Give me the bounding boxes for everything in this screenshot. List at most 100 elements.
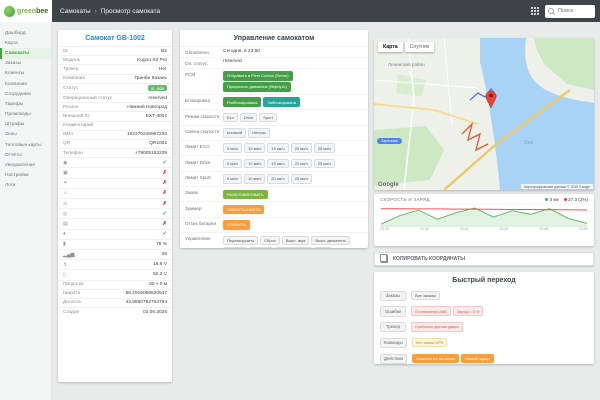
control-chip[interactable]: Eco bbox=[223, 112, 238, 123]
control-chip[interactable]: 15 км/ч bbox=[267, 143, 289, 154]
control-chip[interactable]: 5 км/ч bbox=[223, 143, 243, 154]
control-chip[interactable]: 10 км/ч bbox=[244, 174, 266, 184]
map-tab-satellite[interactable]: Спутник bbox=[404, 42, 435, 52]
quick-section-button[interactable]: Действия bbox=[380, 353, 408, 364]
map-attribution: Картографические данные © 2025 Google bbox=[520, 184, 593, 189]
control-chip[interactable]: 10 км/ч bbox=[244, 158, 266, 169]
sidebar-item[interactable]: Настройки bbox=[0, 171, 51, 181]
top-bar: greenbee Самокаты › Просмотр самоката bbox=[0, 0, 600, 22]
control-chip[interactable]: ПИКНУТЬ/НАЙТИ bbox=[223, 204, 265, 215]
sidebar-item[interactable]: Компании bbox=[0, 79, 51, 89]
stat-dot bbox=[545, 198, 549, 201]
control-row: Обновлено Сегодня, в 23:50 bbox=[180, 46, 368, 57]
sidebar-item[interactable]: Штрафы bbox=[0, 120, 51, 130]
taillight-icon: ☼ bbox=[63, 190, 68, 197]
quick-nav-chips: Сработал датчик удара bbox=[411, 321, 588, 332]
quick-section-button[interactable]: Заказы bbox=[380, 290, 406, 301]
control-chip[interactable]: Заблокирована bbox=[263, 97, 300, 108]
chart-stat: 27.3 (2%) bbox=[563, 197, 588, 202]
control-chip[interactable]: Выкл. звук bbox=[281, 235, 310, 246]
sidebar-item[interactable]: Карта bbox=[0, 38, 51, 48]
quick-nav-chip[interactable]: Самокат не на связи bbox=[412, 353, 459, 364]
info-row: Модель Kugoo S3 Pro bbox=[58, 55, 172, 64]
info-row: Трекер Нет bbox=[58, 64, 172, 73]
quick-nav-chip[interactable]: Заряд < 5 % bbox=[452, 306, 484, 317]
control-chip[interactable]: Перезагрузить bbox=[223, 235, 259, 246]
control-label: Лимит Drive bbox=[185, 159, 211, 165]
control-chip[interactable]: DOUT=1 bbox=[223, 246, 247, 248]
sidebar-item[interactable]: Сотрудники bbox=[0, 89, 51, 99]
quick-nav-chip[interactable]: Низкий заряд bbox=[460, 353, 494, 364]
control-chip[interactable]: 10 км/ч bbox=[244, 143, 266, 154]
map-tab-map[interactable]: Карта bbox=[378, 42, 403, 52]
control-chip[interactable]: Выкл. двигатель bbox=[311, 235, 350, 246]
quick-nav-chip[interactable]: Отключение АКБ bbox=[411, 306, 451, 317]
control-chip[interactable]: 20 км/ч bbox=[267, 174, 289, 184]
control-chip[interactable]: 20 км/ч bbox=[290, 143, 312, 154]
sidebar-item[interactable]: Промокоды bbox=[0, 110, 51, 120]
control-chip[interactable]: DOUT=0 bbox=[248, 246, 273, 248]
info-value: Гринби Казань bbox=[134, 76, 167, 82]
quick-nav-chip[interactable]: Все заказы bbox=[411, 290, 440, 301]
quick-nav-card: Быстрый переход Заказы Все заказы Ошибки От… bbox=[374, 272, 594, 364]
control-chip[interactable]: Нельзя bbox=[248, 128, 270, 138]
google-logo: Google bbox=[378, 182, 399, 188]
sidebar-item[interactable]: Самокаты bbox=[0, 48, 51, 59]
breadcrumb-section[interactable]: Самокаты bbox=[60, 8, 91, 15]
stat-label: 27.3 (2%) bbox=[568, 197, 588, 202]
status-badge: in_ride bbox=[148, 85, 167, 92]
chart-x-label: 23:50 bbox=[578, 227, 588, 231]
icon-row: ☼ ✗ bbox=[58, 187, 172, 198]
control-chip[interactable]: 25 км/ч bbox=[313, 143, 336, 154]
copy-coordinates-button[interactable]: КОПИРОВАТЬ КООРДИНАТЫ bbox=[374, 252, 594, 266]
sidebar-item[interactable]: Уведомления bbox=[0, 160, 51, 170]
info-row: Телефон +79005153239 bbox=[58, 148, 172, 157]
power-icon: ◉ bbox=[63, 159, 68, 166]
control-chip[interactable]: Отправить в Fleet Control (Demo) bbox=[223, 70, 293, 81]
control-chip[interactable]: 15 км/ч bbox=[267, 158, 289, 169]
sidebar-item[interactable]: Заказы bbox=[0, 59, 51, 69]
control-chip[interactable]: Кнопкой bbox=[223, 128, 247, 138]
control-chip[interactable]: ОТКРЫТЬ bbox=[223, 220, 251, 230]
sidebar-item[interactable]: Дашборд bbox=[0, 28, 51, 38]
apps-grid-icon[interactable] bbox=[531, 7, 539, 15]
sidebar-item[interactable]: Отчёты bbox=[0, 150, 51, 160]
quick-section-button[interactable]: Ошибки bbox=[380, 306, 406, 317]
quick-nav-chip[interactable]: Нет связи GPS bbox=[411, 337, 448, 348]
sidebar-item[interactable]: Тарифы bbox=[0, 99, 51, 109]
info-value: Нет bbox=[158, 66, 167, 72]
info-row: Регион Нижний Новгород bbox=[58, 102, 172, 111]
sidebar-item[interactable]: Логи bbox=[0, 181, 51, 191]
control-chip[interactable]: 5 км/ч bbox=[223, 174, 243, 184]
control-chip[interactable]: 5 км/ч bbox=[223, 158, 243, 169]
info-value: QR1002 bbox=[149, 141, 167, 147]
search-input[interactable] bbox=[556, 7, 592, 15]
map-canvas[interactable] bbox=[374, 38, 594, 190]
sidebar-item[interactable]: Зоны bbox=[0, 130, 51, 140]
icon-row: ◎ ✓ bbox=[58, 208, 172, 218]
control-chip[interactable]: 20 км/ч bbox=[290, 158, 312, 169]
quick-section-button[interactable]: Трекер bbox=[380, 322, 406, 333]
control-chip[interactable]: Прекратить движение (Вернуть) bbox=[223, 82, 291, 92]
control-chip[interactable]: 25 км/ч bbox=[313, 158, 336, 169]
logo[interactable]: greenbee bbox=[0, 0, 52, 22]
sidebar-item[interactable]: Клиенты bbox=[0, 69, 51, 79]
search-box[interactable] bbox=[545, 4, 595, 18]
quick-section-button[interactable]: Команды bbox=[380, 337, 407, 348]
icon-value: 26 bbox=[161, 252, 167, 258]
control-chip[interactable]: Сброс bbox=[260, 235, 280, 246]
control-chip[interactable]: Запросить GPS bbox=[274, 246, 312, 248]
chart-x-label: 23:42 bbox=[419, 227, 429, 231]
control-value: 5 км/ч 10 км/ч 20 км/ч 25 км/ч bbox=[223, 173, 363, 184]
control-chip[interactable]: Разблокирована bbox=[223, 97, 262, 108]
control-chip[interactable]: FOTA bbox=[313, 246, 333, 248]
control-chip[interactable]: 25 км/ч bbox=[290, 174, 312, 184]
sidebar-item[interactable]: Тепловые карты bbox=[0, 140, 51, 150]
quick-nav-chip[interactable]: Сработал датчик удара bbox=[411, 322, 463, 332]
control-row: Лимит Sport 5 км/ч 10 км/ч 20 км/ч 25 км/ч bbox=[180, 170, 368, 186]
control-chip[interactable]: РАЗБЛОКИРОВАТЬ bbox=[223, 189, 268, 200]
map-poi-badge[interactable]: Заречная bbox=[377, 138, 402, 144]
lock-icon: ▣ bbox=[63, 170, 68, 177]
control-chip[interactable]: Sport bbox=[259, 112, 277, 123]
control-chip[interactable]: Drive bbox=[239, 112, 258, 123]
